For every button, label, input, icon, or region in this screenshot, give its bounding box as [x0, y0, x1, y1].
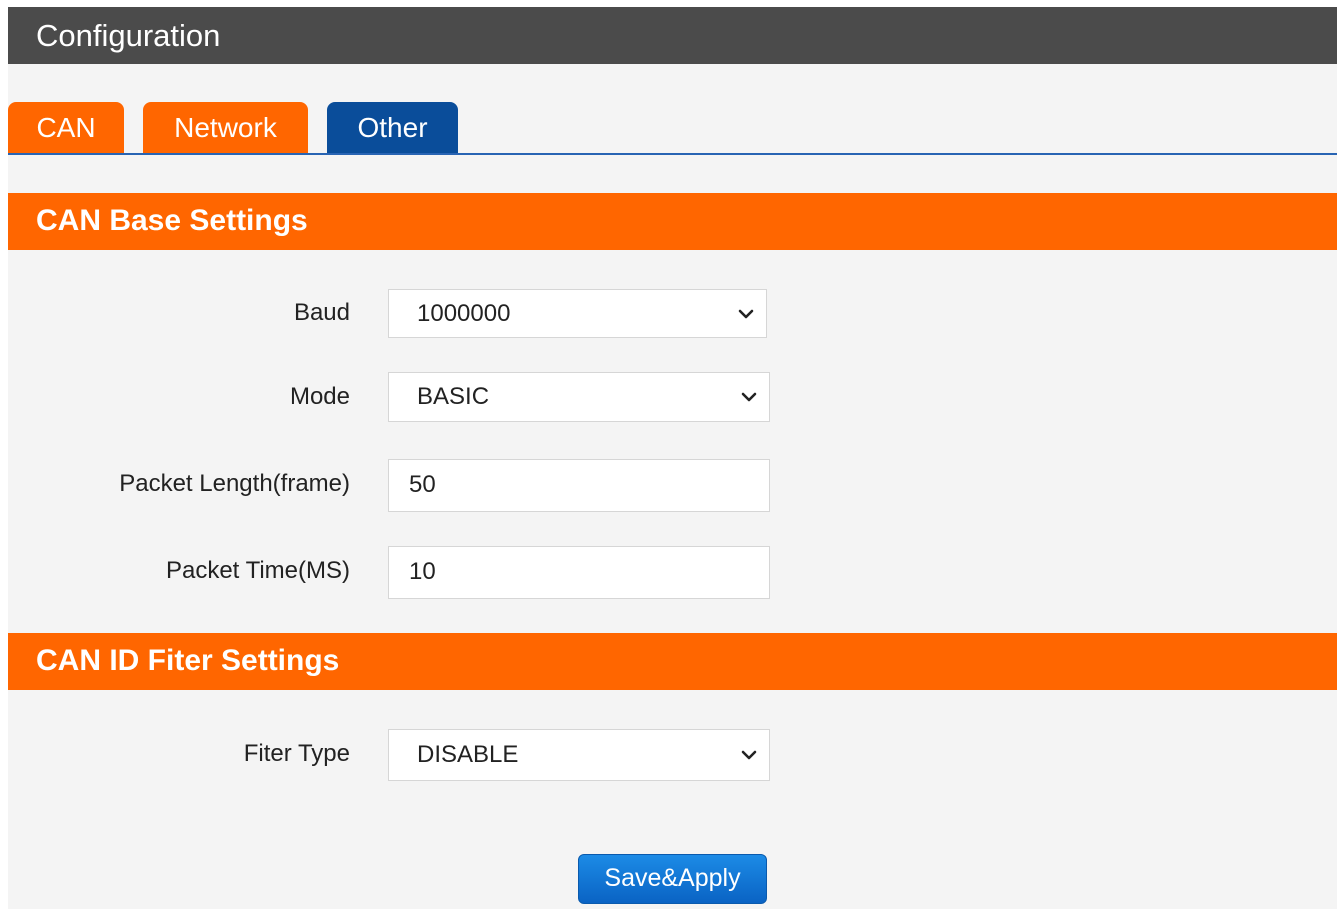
packet-time-input[interactable]: 10: [388, 546, 770, 599]
section-title: CAN Base Settings: [36, 204, 308, 237]
packet-length-input[interactable]: 50: [388, 459, 770, 512]
baud-select[interactable]: 1000000: [388, 289, 767, 338]
tab-other[interactable]: Other: [327, 102, 458, 153]
section-title: CAN ID Fiter Settings: [36, 644, 340, 677]
packet-time-label: Packet Time(MS): [165, 557, 350, 584]
title-bar: Configuration: [8, 7, 1337, 64]
save-apply-button[interactable]: Save&Apply: [578, 854, 767, 904]
chevron-down-icon: [741, 750, 757, 760]
section-header-can-id-filter: CAN ID Fiter Settings: [8, 633, 1337, 690]
section-header-can-base: CAN Base Settings: [8, 193, 1337, 250]
config-panel: Configuration CAN Network Other CAN Base…: [8, 7, 1337, 909]
chevron-down-icon: [738, 309, 754, 319]
tab-network[interactable]: Network: [143, 102, 308, 153]
baud-label: Baud: [293, 299, 350, 326]
mode-label: Mode: [289, 383, 350, 410]
mode-value: BASIC: [417, 383, 490, 410]
filter-type-select[interactable]: DISABLE: [388, 729, 770, 781]
page: Configuration CAN Network Other CAN Base…: [0, 0, 1341, 909]
filter-type-value: DISABLE: [417, 741, 519, 768]
tab-can[interactable]: CAN: [8, 102, 124, 153]
packet-length-label: Packet Length(frame): [119, 470, 350, 497]
baud-value: 1000000: [417, 300, 511, 327]
chevron-down-icon: [741, 392, 757, 402]
mode-select[interactable]: BASIC: [388, 372, 770, 422]
filter-type-label: Fiter Type: [243, 740, 350, 767]
packet-time-value: 10: [409, 558, 436, 585]
page-title: Configuration: [36, 18, 221, 53]
tab-underline: [8, 153, 1337, 155]
tab-bar: CAN Network Other: [8, 102, 1337, 155]
packet-length-value: 50: [409, 471, 436, 498]
